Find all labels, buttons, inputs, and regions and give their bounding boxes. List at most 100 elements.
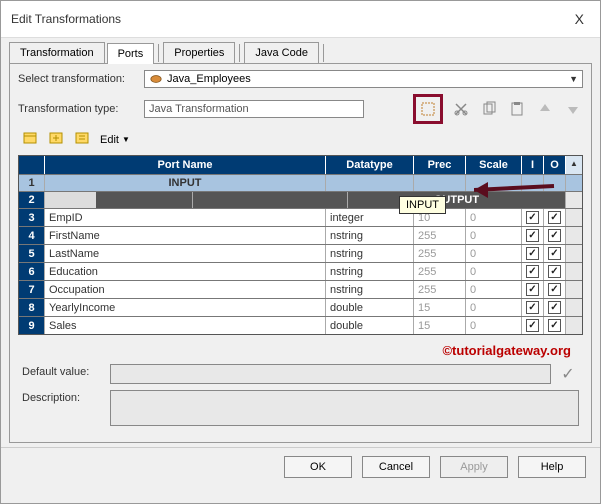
scale-cell[interactable]: 0 (466, 245, 522, 262)
close-icon[interactable]: X (569, 9, 590, 29)
edit-menu[interactable]: Edit ▼ (100, 134, 130, 146)
scroll-up-icon[interactable]: ▲ (566, 156, 582, 174)
transformation-type-field: Java Transformation (144, 100, 364, 118)
new-selection-icon[interactable] (418, 99, 438, 119)
port-row[interactable]: 3EmpIDinteger100 (19, 208, 582, 226)
paste-icon[interactable] (507, 99, 527, 119)
input-checkbox[interactable] (522, 281, 544, 298)
java-bean-icon (149, 73, 163, 85)
datatype-cell[interactable]: nstring (326, 263, 414, 280)
output-group-row[interactable]: 2 OUTPUT (19, 191, 582, 208)
row-number: 2 (19, 192, 45, 208)
output-checkbox[interactable] (544, 209, 566, 226)
tool-icon-3[interactable] (74, 130, 90, 149)
datatype-cell[interactable]: double (326, 299, 414, 316)
copy-icon[interactable] (479, 99, 499, 119)
scale-cell[interactable]: 0 (466, 281, 522, 298)
col-header-datatype[interactable]: Datatype (326, 156, 414, 174)
datatype-cell[interactable]: double (326, 317, 414, 334)
chevron-down-icon: ▼ (122, 135, 130, 144)
tab-transformation[interactable]: Transformation (9, 42, 105, 63)
col-header-scale[interactable]: Scale (466, 156, 522, 174)
port-row[interactable]: 7Occupationnstring2550 (19, 280, 582, 298)
tool-icon-1[interactable] (22, 130, 38, 149)
row-number: 4 (19, 227, 45, 244)
move-up-icon[interactable] (535, 99, 555, 119)
highlight-annotation (413, 94, 443, 124)
col-header-o[interactable]: O (544, 156, 566, 174)
scale-cell[interactable]: 0 (466, 209, 522, 226)
description-field[interactable] (110, 390, 579, 426)
port-row[interactable]: 5LastNamenstring2550 (19, 244, 582, 262)
row-number: 7 (19, 281, 45, 298)
input-checkbox[interactable] (522, 263, 544, 280)
prec-cell[interactable]: 255 (414, 245, 466, 262)
validate-icon[interactable]: ✓ (557, 364, 579, 384)
tab-java-code[interactable]: Java Code (244, 42, 319, 63)
apply-button[interactable]: Apply (440, 456, 508, 478)
prec-cell[interactable]: 15 (414, 299, 466, 316)
edit-menu-label: Edit (100, 134, 119, 146)
prec-cell[interactable]: 255 (414, 281, 466, 298)
select-transformation-dropdown[interactable]: Java_Employees ▼ (144, 70, 583, 88)
port-name-cell[interactable]: Sales (45, 317, 326, 334)
port-name-cell[interactable]: Education (45, 263, 326, 280)
datatype-cell[interactable]: nstring (326, 227, 414, 244)
cancel-button[interactable]: Cancel (362, 456, 430, 478)
row-number: 8 (19, 299, 45, 316)
scale-cell[interactable]: 0 (466, 227, 522, 244)
output-checkbox[interactable] (544, 245, 566, 262)
scale-cell[interactable]: 0 (466, 299, 522, 316)
output-checkbox[interactable] (544, 299, 566, 316)
row-number: 5 (19, 245, 45, 262)
datatype-cell[interactable]: nstring (326, 245, 414, 262)
col-header-portname[interactable]: Port Name (45, 156, 326, 174)
description-label: Description: (22, 390, 104, 404)
prec-cell[interactable]: 255 (414, 227, 466, 244)
select-transformation-value: Java_Employees (167, 73, 251, 85)
chevron-down-icon: ▼ (569, 74, 578, 84)
port-name-cell[interactable]: Occupation (45, 281, 326, 298)
tool-icon-2[interactable] (48, 130, 64, 149)
port-name-cell[interactable]: EmpID (45, 209, 326, 226)
input-checkbox[interactable] (522, 299, 544, 316)
col-header-prec[interactable]: Prec (414, 156, 466, 174)
move-down-icon[interactable] (563, 99, 583, 119)
input-checkbox[interactable] (522, 317, 544, 334)
datatype-cell[interactable]: nstring (326, 281, 414, 298)
prec-cell[interactable]: 15 (414, 317, 466, 334)
default-value-field[interactable] (110, 364, 551, 384)
input-group-label: INPUT (45, 175, 326, 191)
ok-button[interactable]: OK (284, 456, 352, 478)
tab-ports[interactable]: Ports (107, 43, 155, 64)
prec-cell[interactable]: 255 (414, 263, 466, 280)
col-header-i[interactable]: I (522, 156, 544, 174)
tab-panel: Select transformation: Java_Employees ▼ … (9, 63, 592, 443)
row-number: 6 (19, 263, 45, 280)
watermark: ©tutorialgateway.org (18, 335, 583, 362)
input-checkbox[interactable] (522, 227, 544, 244)
output-checkbox[interactable] (544, 263, 566, 280)
port-row[interactable]: 9Salesdouble150 (19, 316, 582, 334)
input-tooltip: INPUT (399, 196, 446, 214)
tab-properties[interactable]: Properties (163, 42, 235, 63)
output-group-label: OUTPUT (348, 192, 566, 208)
cut-icon[interactable] (451, 99, 471, 119)
output-checkbox[interactable] (544, 227, 566, 244)
col-header-rownum (19, 156, 45, 174)
port-row[interactable]: 6Educationnstring2550 (19, 262, 582, 280)
help-button[interactable]: Help (518, 456, 586, 478)
port-name-cell[interactable]: LastName (45, 245, 326, 262)
scale-cell[interactable]: 0 (466, 263, 522, 280)
port-row[interactable]: 4FirstNamenstring2550 (19, 226, 582, 244)
input-group-row[interactable]: 1 INPUT (19, 174, 582, 191)
port-name-cell[interactable]: YearlyIncome (45, 299, 326, 316)
input-checkbox[interactable] (522, 209, 544, 226)
port-row[interactable]: 8YearlyIncomedouble150 (19, 298, 582, 316)
output-checkbox[interactable] (544, 281, 566, 298)
output-checkbox[interactable] (544, 317, 566, 334)
row-number: 9 (19, 317, 45, 334)
port-name-cell[interactable]: FirstName (45, 227, 326, 244)
input-checkbox[interactable] (522, 245, 544, 262)
scale-cell[interactable]: 0 (466, 317, 522, 334)
